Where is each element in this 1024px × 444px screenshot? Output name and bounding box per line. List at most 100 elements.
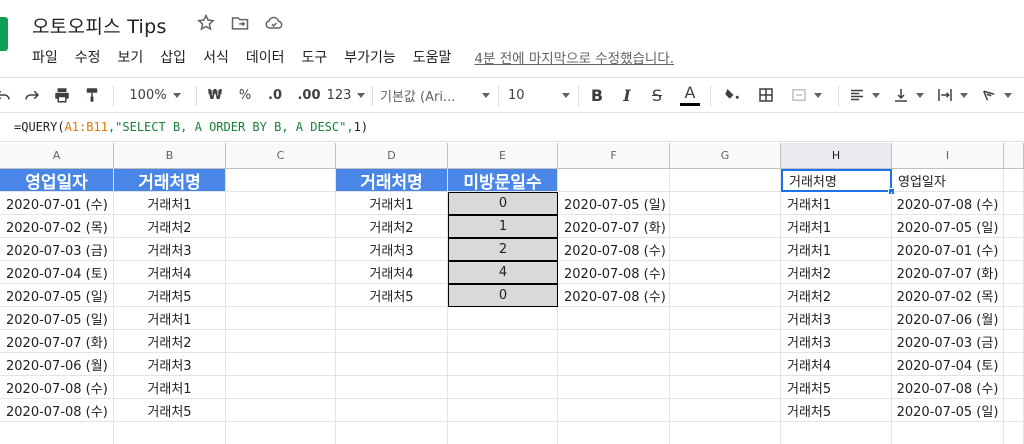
italic-button[interactable]: I xyxy=(616,78,638,112)
cloud-status-icon[interactable] xyxy=(264,13,284,33)
grid-cell[interactable] xyxy=(336,376,448,399)
grid-cell[interactable] xyxy=(1004,238,1024,261)
table-cell[interactable]: 거래처5 xyxy=(781,399,892,422)
grid-cell[interactable] xyxy=(336,353,448,376)
table-cell[interactable]: 2020-07-07 (화) xyxy=(0,330,114,353)
move-folder-icon[interactable] xyxy=(230,13,250,33)
active-cell[interactable]: 거래처명 xyxy=(781,169,892,192)
grid-cell[interactable] xyxy=(448,353,558,376)
grid-cell[interactable] xyxy=(1004,353,1024,376)
column-header-b[interactable]: B xyxy=(114,143,226,169)
menu-format[interactable]: 서식 xyxy=(203,47,229,67)
grid-cell[interactable] xyxy=(1004,399,1024,422)
star-icon[interactable] xyxy=(196,13,216,33)
table-cell[interactable]: 2020-07-01 (수) xyxy=(892,238,1004,261)
table-cell[interactable]: 2020-07-05 (일) xyxy=(558,192,670,215)
table-cell[interactable]: 2020-07-02 (목) xyxy=(892,284,1004,307)
table-cell[interactable]: 거래처1 xyxy=(781,238,892,261)
grid-cell[interactable] xyxy=(448,422,558,444)
grid-cell[interactable] xyxy=(226,238,336,261)
table-cell[interactable]: 거래처1 xyxy=(781,192,892,215)
table-cell[interactable]: 거래처2 xyxy=(781,284,892,307)
table-cell[interactable]: 0 xyxy=(448,192,558,215)
menu-view[interactable]: 보기 xyxy=(118,47,144,67)
table-cell[interactable]: 2020-07-08 (수) xyxy=(892,376,1004,399)
table-cell[interactable]: 2020-07-08 (수) xyxy=(558,284,670,307)
fill-color-icon[interactable] xyxy=(720,78,744,112)
increase-decimal-button[interactable]: .00 xyxy=(294,78,324,112)
document-title[interactable]: 오토오피스 Tips xyxy=(32,12,167,39)
table-cell[interactable]: 거래처1 xyxy=(114,376,226,399)
grid-cell[interactable] xyxy=(670,261,781,284)
grid-cell[interactable] xyxy=(448,307,558,330)
horizontal-align-icon[interactable] xyxy=(846,78,882,112)
undo-icon[interactable] xyxy=(0,78,14,112)
table-cell[interactable]: 2020-07-02 (목) xyxy=(0,215,114,238)
menu-help[interactable]: 도움말 xyxy=(413,47,452,67)
grid-cell[interactable] xyxy=(670,284,781,307)
header-cell-sales-date[interactable]: 영업일자 xyxy=(0,169,114,192)
grid-cell[interactable] xyxy=(558,422,670,444)
grid-cell[interactable] xyxy=(558,330,670,353)
print-icon[interactable] xyxy=(50,78,74,112)
table-cell[interactable]: 거래처2 xyxy=(781,261,892,284)
grid-cell[interactable] xyxy=(670,307,781,330)
grid-cell[interactable] xyxy=(0,422,114,444)
header-cell-client-name[interactable]: 거래처명 xyxy=(114,169,226,192)
menu-tools[interactable]: 도구 xyxy=(301,47,327,67)
grid-cell[interactable] xyxy=(226,192,336,215)
grid-cell[interactable] xyxy=(670,215,781,238)
table-cell[interactable]: 0 xyxy=(448,284,558,307)
grid-cell[interactable] xyxy=(670,422,781,444)
table-cell[interactable]: 2020-07-05 (일) xyxy=(892,399,1004,422)
sheets-logo-icon[interactable] xyxy=(0,17,8,51)
grid-cell[interactable] xyxy=(226,422,336,444)
zoom-select[interactable]: 100% xyxy=(122,78,188,112)
table-cell[interactable]: 거래처5 xyxy=(114,284,226,307)
grid-cell[interactable] xyxy=(226,399,336,422)
strikethrough-button[interactable]: S xyxy=(646,78,668,112)
grid-cell[interactable] xyxy=(1004,192,1024,215)
grid-cell[interactable] xyxy=(558,353,670,376)
table-cell[interactable]: 2020-07-08 (수) xyxy=(558,261,670,284)
grid-cell[interactable] xyxy=(1004,330,1024,353)
grid-cell[interactable] xyxy=(336,422,448,444)
table-cell[interactable]: 2020-07-07 (화) xyxy=(558,215,670,238)
table-cell[interactable]: 2020-07-03 (금) xyxy=(892,330,1004,353)
grid-cell[interactable] xyxy=(226,261,336,284)
grid-cell[interactable] xyxy=(448,399,558,422)
table-cell[interactable]: 4 xyxy=(448,261,558,284)
grid-cell[interactable] xyxy=(1004,376,1024,399)
table-cell[interactable]: 2020-07-08 (수) xyxy=(0,399,114,422)
table-cell[interactable]: 거래처2 xyxy=(336,215,448,238)
table-cell[interactable]: 2020-07-01 (수) xyxy=(0,192,114,215)
table-cell[interactable]: 2 xyxy=(448,238,558,261)
column-header-e[interactable]: E xyxy=(448,143,558,169)
table-cell[interactable]: 거래처3 xyxy=(114,238,226,261)
table-cell[interactable]: 2020-07-07 (화) xyxy=(892,261,1004,284)
grid-cell[interactable] xyxy=(114,422,226,444)
last-edit-link[interactable]: 4분 전에 마지막으로 수정했습니다. xyxy=(474,47,674,67)
table-cell[interactable]: 거래처2 xyxy=(114,330,226,353)
table-cell[interactable]: 2020-07-08 (수) xyxy=(892,192,1004,215)
decrease-decimal-button[interactable]: .0 xyxy=(262,78,288,112)
menu-addons[interactable]: 부가기능 xyxy=(344,47,396,67)
formula-bar[interactable]: =QUERY(A1:B11,"SELECT B, A ORDER BY B, A… xyxy=(0,114,1024,142)
grid-cell[interactable] xyxy=(558,376,670,399)
grid-cell[interactable] xyxy=(336,330,448,353)
formula-input[interactable]: =QUERY(A1:B11,"SELECT B, A ORDER BY B, A… xyxy=(14,120,368,134)
column-header-i[interactable]: I xyxy=(892,143,1004,169)
menu-data[interactable]: 데이터 xyxy=(246,47,285,67)
text-rotation-icon[interactable] xyxy=(978,78,1014,112)
table-cell[interactable]: 거래처3 xyxy=(781,307,892,330)
grid-cell[interactable] xyxy=(226,330,336,353)
grid-cell[interactable] xyxy=(558,399,670,422)
column-header-g[interactable]: G xyxy=(670,143,781,169)
grid-cell[interactable] xyxy=(670,192,781,215)
table-cell[interactable]: 2020-07-08 (수) xyxy=(0,376,114,399)
merge-cells-icon[interactable] xyxy=(786,78,826,112)
header-cell-client-name[interactable]: 거래처명 xyxy=(336,169,448,192)
grid-cell[interactable] xyxy=(670,238,781,261)
grid-cell[interactable] xyxy=(226,353,336,376)
vertical-align-icon[interactable] xyxy=(890,78,926,112)
